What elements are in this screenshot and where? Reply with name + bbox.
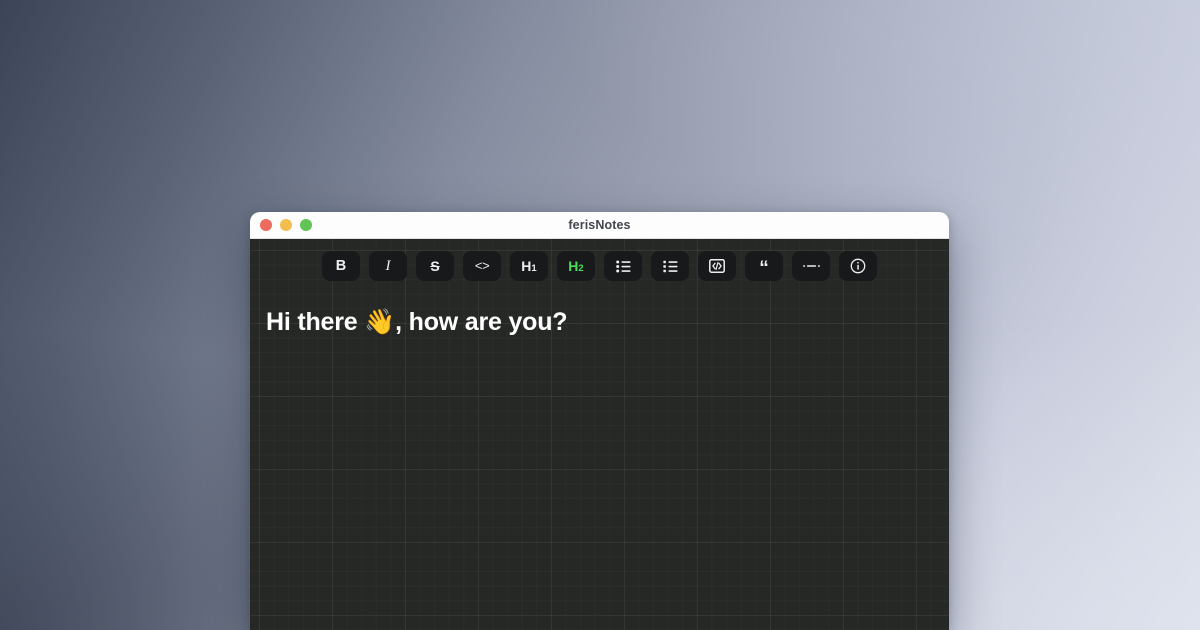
bullet-list-button[interactable]	[604, 251, 642, 281]
heading-1-button[interactable]: H1	[510, 251, 548, 281]
app-window: ferisNotes B I S <> H1 H2 “ Hi there 👋, …	[250, 212, 949, 630]
blockquote-icon: “	[759, 258, 769, 280]
italic-icon: I	[385, 257, 391, 274]
horizontal-rule-icon	[802, 264, 820, 268]
minimize-window-button[interactable]	[280, 219, 292, 231]
close-window-button[interactable]	[260, 219, 272, 231]
document-content[interactable]: Hi there 👋, how are you?	[250, 291, 949, 338]
heading-2-button[interactable]: H2	[557, 251, 595, 281]
window-titlebar[interactable]: ferisNotes	[250, 212, 949, 239]
heading-2-icon: H2	[568, 258, 584, 274]
bullet-list-icon	[615, 260, 631, 273]
blockquote-button[interactable]: “	[745, 251, 783, 281]
info-button[interactable]	[839, 251, 877, 281]
heading-text[interactable]: Hi there 👋, how are you?	[266, 307, 933, 338]
inline-code-icon: <>	[474, 258, 490, 274]
inline-code-button[interactable]: <>	[463, 251, 501, 281]
bold-icon: B	[335, 257, 347, 274]
code-block-button[interactable]	[698, 251, 736, 281]
italic-button[interactable]: I	[369, 251, 407, 281]
info-icon	[850, 258, 866, 274]
ordered-list-icon	[662, 260, 678, 273]
window-title: ferisNotes	[568, 218, 631, 232]
bold-button[interactable]: B	[322, 251, 360, 281]
editor-surface[interactable]: B I S <> H1 H2 “ Hi there 👋, how are you…	[250, 239, 949, 630]
maximize-window-button[interactable]	[300, 219, 312, 231]
strikethrough-icon: S	[430, 258, 440, 274]
code-block-icon	[709, 259, 725, 273]
traffic-light-group	[260, 212, 312, 238]
heading-1-icon: H1	[521, 258, 537, 274]
strikethrough-button[interactable]: S	[416, 251, 454, 281]
ordered-list-button[interactable]	[651, 251, 689, 281]
formatting-toolbar: B I S <> H1 H2 “	[250, 239, 949, 291]
horizontal-rule-button[interactable]	[792, 251, 830, 281]
